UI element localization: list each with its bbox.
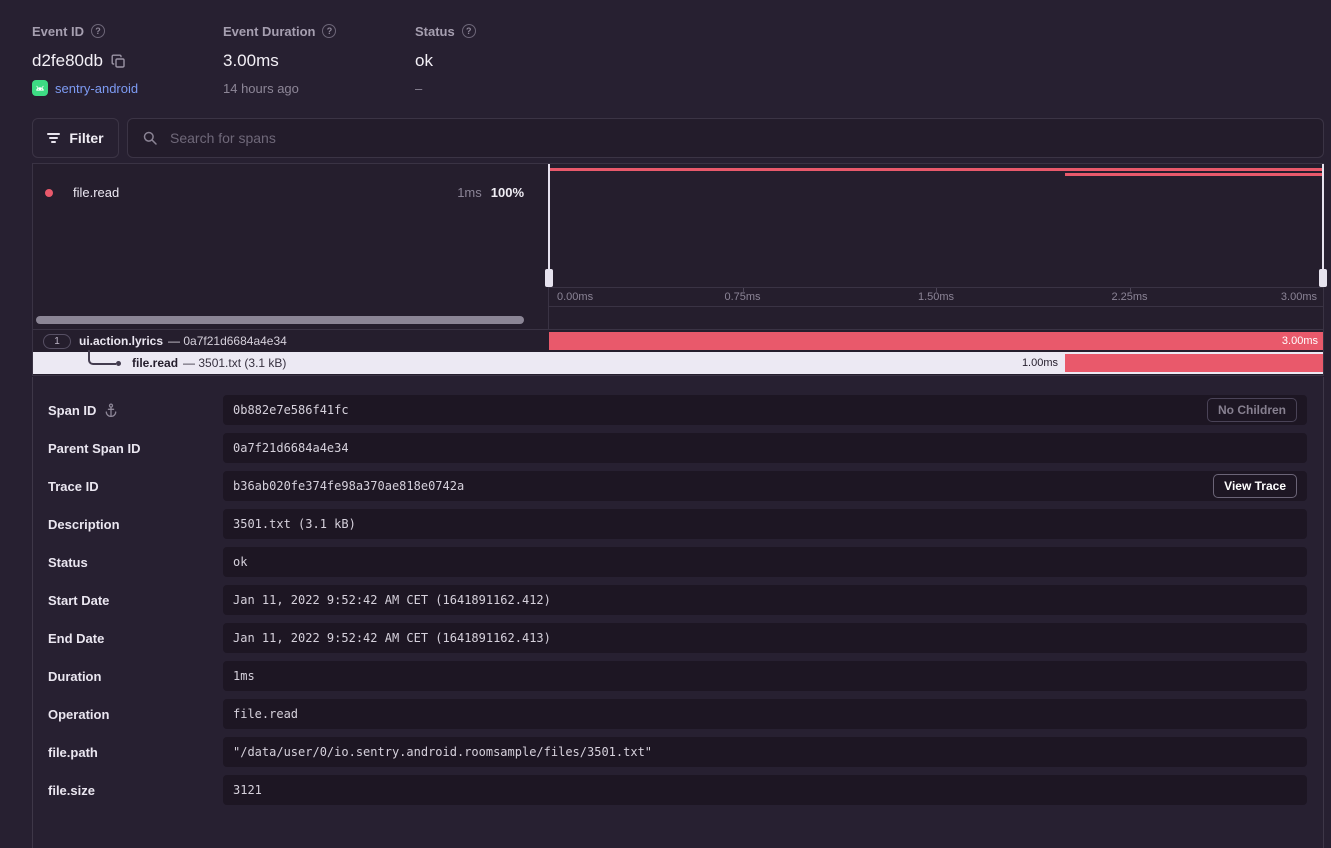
span-bar-label: 3.00ms (549, 332, 1323, 350)
help-icon[interactable]: ? (322, 24, 336, 38)
span-duration-bar[interactable]: 3.00ms (549, 332, 1323, 350)
filter-button-label: Filter (69, 130, 103, 146)
tree-dot-icon (116, 361, 121, 366)
view-trace-button[interactable]: View Trace (1213, 474, 1297, 498)
no-children-badge: No Children (1207, 398, 1297, 422)
detail-label: file.size (48, 783, 95, 798)
detail-label: Description (48, 517, 120, 532)
op-duration: 1ms (457, 185, 482, 200)
detail-row-operation: Operation file.read (33, 699, 1323, 729)
span-desc-suffix: — 3501.txt (3.1 kB) (183, 356, 286, 370)
time-axis: 0.00ms 0.75ms 1.50ms 2.25ms 3.00ms (549, 287, 1323, 307)
help-icon[interactable]: ? (462, 24, 476, 38)
horizontal-scrollbar[interactable] (36, 316, 524, 324)
status-column: Status ? ok – (415, 22, 476, 97)
timeline-area: 0.00ms 0.75ms 1.50ms 2.25ms 3.00ms (549, 164, 1323, 329)
detail-label: Start Date (48, 593, 109, 608)
trace-minimap[interactable] (549, 164, 1323, 287)
filter-icon (47, 133, 60, 143)
detail-row-file-path: file.path "/data/user/0/io.sentry.androi… (33, 737, 1323, 767)
project-link[interactable]: sentry-android (55, 81, 138, 96)
minimap-row: file.read 1ms 100% 0.00ms 0.75ms 1.50ms … (33, 164, 1323, 330)
detail-value: file.read (223, 699, 1307, 729)
span-duration-bar[interactable] (1065, 354, 1323, 372)
detail-row-status: Status ok (33, 547, 1323, 577)
detail-value: Jan 11, 2022 9:52:42 AM CET (1641891162.… (223, 623, 1307, 653)
op-dot-icon (45, 189, 53, 197)
search-icon (142, 130, 158, 146)
detail-label: Duration (48, 669, 101, 684)
search-input[interactable] (168, 129, 1309, 147)
axis-tick: 0.00ms (557, 288, 593, 306)
detail-row-parent-span-id: Parent Span ID 0a7f21d6684a4e34 (33, 433, 1323, 463)
filter-button[interactable]: Filter (32, 118, 119, 158)
detail-value: 0b882e7e586f41fc No Children (223, 395, 1307, 425)
axis-tick: 3.00ms (1281, 288, 1317, 306)
op-name: file.read (73, 185, 119, 200)
detail-value: ok (223, 547, 1307, 577)
detail-value: b36ab020fe374fe98a370ae818e0742a View Tr… (223, 471, 1307, 501)
detail-label: Span ID (48, 403, 96, 418)
axis-tick: 1.50ms (918, 288, 954, 306)
op-percent: 100% (491, 185, 524, 200)
span-op-name: file.read (132, 356, 178, 370)
event-header: Event ID ? d2fe80db s (32, 22, 476, 97)
detail-row-file-size: file.size 3121 (33, 775, 1323, 805)
detail-label: End Date (48, 631, 104, 646)
axis-tick: 2.25ms (1111, 288, 1147, 306)
detail-row-span-id: Span ID 0b882e7e586f41fc No Children (33, 395, 1323, 425)
detail-value: 3501.txt (3.1 kB) (223, 509, 1307, 539)
event-duration-value: 3.00ms (223, 51, 279, 71)
detail-row-trace-id: Trace ID b36ab020fe374fe98a370ae818e0742… (33, 471, 1323, 501)
detail-row-end-date: End Date Jan 11, 2022 9:52:42 AM CET (16… (33, 623, 1323, 653)
anchor-icon[interactable] (104, 403, 118, 417)
operations-breakdown: file.read 1ms 100% (33, 164, 549, 329)
detail-row-description: Description 3501.txt (3.1 kB) (33, 509, 1323, 539)
help-icon[interactable]: ? (91, 24, 105, 38)
status-sub: – (415, 81, 422, 96)
event-duration-column: Event Duration ? 3.00ms 14 hours ago (223, 22, 415, 97)
detail-value: 3121 (223, 775, 1307, 805)
event-id-value: d2fe80db (32, 51, 103, 71)
axis-tick: 0.75ms (724, 288, 760, 306)
detail-value: 0a7f21d6684a4e34 (223, 433, 1307, 463)
detail-label: Trace ID (48, 479, 99, 494)
detail-value: "/data/user/0/io.sentry.android.roomsamp… (223, 737, 1307, 767)
span-id-suffix: — 0a7f21d6684a4e34 (168, 334, 287, 348)
detail-value: 1ms (223, 661, 1307, 691)
event-duration-label-row: Event Duration ? (223, 22, 415, 40)
span-bar-label: 1.00ms (1022, 352, 1058, 374)
detail-row-duration: Duration 1ms (33, 661, 1323, 691)
span-row-parent[interactable]: 1 ui.action.lyrics — 0a7f21d6684a4e34 3.… (33, 330, 1323, 352)
minimap-right-handle[interactable] (1322, 164, 1324, 287)
span-op-name: ui.action.lyrics (79, 334, 163, 348)
child-count-badge[interactable]: 1 (43, 334, 71, 349)
detail-label: Parent Span ID (48, 441, 140, 456)
event-id-label-row: Event ID ? (32, 22, 223, 40)
detail-label: file.path (48, 745, 98, 760)
op-summary-row[interactable]: file.read 1ms 100% (33, 164, 548, 200)
event-duration-label: Event Duration (223, 24, 315, 39)
event-age: 14 hours ago (223, 81, 299, 96)
trace-view-panel: file.read 1ms 100% 0.00ms 0.75ms 1.50ms … (32, 163, 1324, 376)
timeline-gutter (549, 307, 1323, 328)
status-label-row: Status ? (415, 22, 476, 40)
detail-row-start-date: Start Date Jan 11, 2022 9:52:42 AM CET (… (33, 585, 1323, 615)
copy-icon[interactable] (111, 54, 126, 69)
event-id-label: Event ID (32, 24, 84, 39)
status-value: ok (415, 51, 433, 71)
detail-value: Jan 11, 2022 9:52:42 AM CET (1641891162.… (223, 585, 1307, 615)
span-details-panel: Span ID 0b882e7e586f41fc No Children Par… (32, 377, 1324, 848)
detail-label: Status (48, 555, 88, 570)
tree-connector (88, 350, 116, 365)
android-icon (32, 80, 48, 96)
detail-label: Operation (48, 707, 109, 722)
span-row-selected[interactable]: file.read — 3501.txt (3.1 kB) 1.00ms (33, 352, 1323, 374)
event-id-column: Event ID ? d2fe80db s (32, 22, 223, 97)
minimap-span-line (1065, 173, 1323, 176)
span-search[interactable] (127, 118, 1324, 158)
status-label: Status (415, 24, 455, 39)
minimap-left-handle[interactable] (548, 164, 550, 287)
minimap-span-line (549, 168, 1323, 171)
